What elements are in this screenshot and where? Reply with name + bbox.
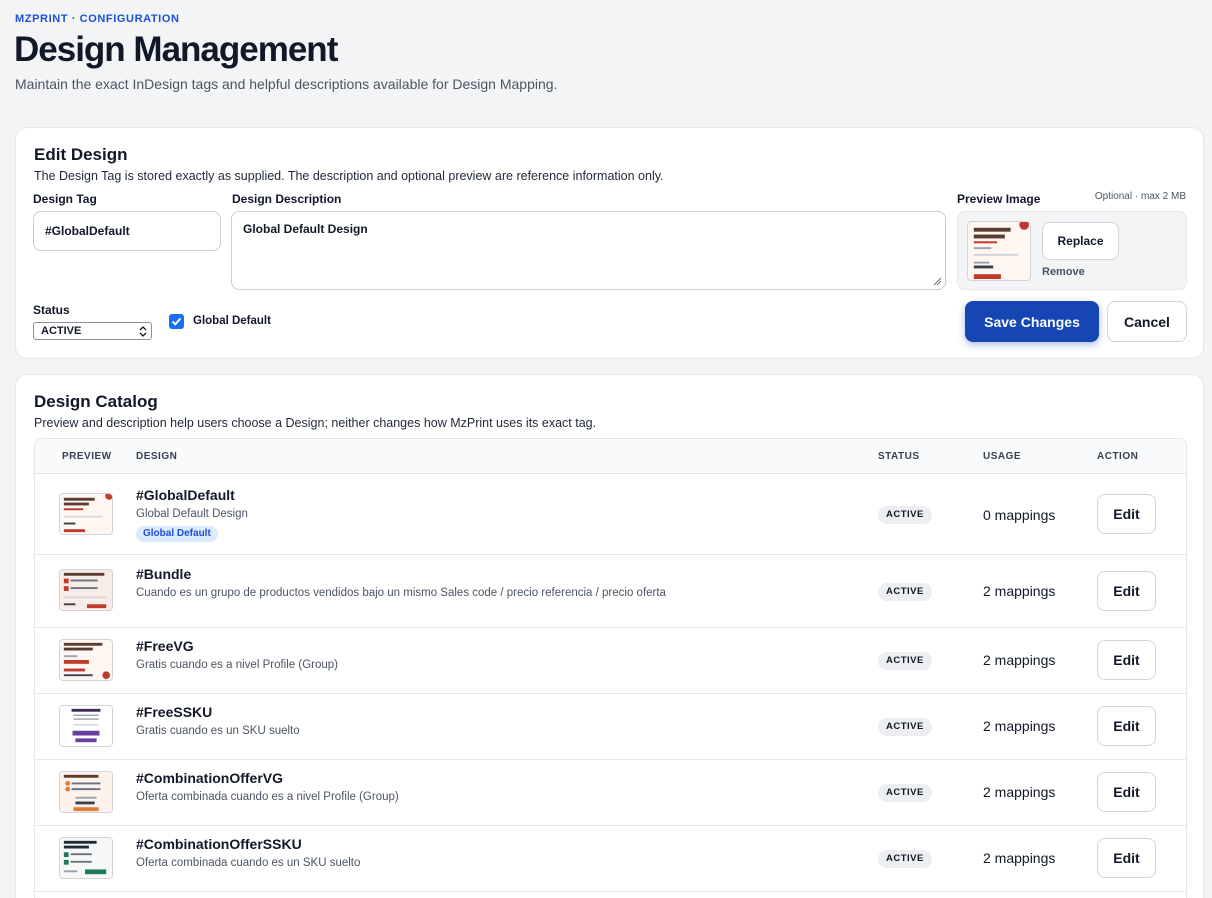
edit-design-card: Edit Design The Design Tag is stored exa…	[15, 127, 1204, 359]
design-description: Oferta combinada cuando es un SKU suelto	[136, 857, 361, 869]
design-preview-thumbnail	[59, 569, 113, 611]
global-default-badge: Global Default	[136, 526, 218, 542]
usage-count: 0 mappings	[983, 507, 1056, 523]
design-tag: #FreeSSKU	[136, 704, 213, 720]
column-header-action: ACTION	[1097, 451, 1139, 462]
global-default-checkbox[interactable]	[169, 314, 184, 329]
save-changes-button[interactable]: Save Changes	[965, 301, 1099, 342]
column-header-status: STATUS	[878, 451, 920, 462]
status-badge: ACTIVE	[878, 718, 932, 736]
edit-button[interactable]: Edit	[1097, 494, 1156, 534]
resize-handle-icon[interactable]	[932, 276, 942, 286]
design-description: Global Default Design	[136, 508, 248, 520]
design-tag: #CombinationOfferSSKU	[136, 836, 302, 852]
chevron-updown-icon	[139, 326, 147, 337]
usage-count: 2 mappings	[983, 784, 1056, 800]
page-subtitle: Maintain the exact InDesign tags and hel…	[15, 76, 558, 92]
remove-image-link[interactable]: Remove	[1042, 266, 1085, 278]
edit-button[interactable]: Edit	[1097, 571, 1156, 611]
usage-count: 2 mappings	[983, 718, 1056, 734]
preview-image-thumbnail	[967, 221, 1031, 281]
design-tag-label: Design Tag	[33, 192, 97, 206]
design-tag: #Bundle	[136, 566, 192, 582]
usage-count: 2 mappings	[983, 583, 1056, 599]
edit-button[interactable]: Edit	[1097, 706, 1156, 746]
status-badge: ACTIVE	[878, 784, 932, 802]
status-select-value: ACTIVE	[41, 325, 82, 337]
status-badge: ACTIVE	[878, 583, 932, 601]
design-tag-input[interactable]: #GlobalDefault	[33, 211, 221, 251]
design-description: Gratis cuando es a nivel Profile (Group)	[136, 659, 338, 671]
status-badge: ACTIVE	[878, 506, 932, 524]
design-catalog-description: Preview and description help users choos…	[34, 416, 597, 430]
cancel-button[interactable]: Cancel	[1107, 301, 1187, 342]
table-row: #FreeSSKU Gratis cuando es un SKU suelto…	[35, 694, 1186, 760]
preview-image-label: Preview Image	[957, 192, 1041, 206]
status-badge: ACTIVE	[878, 652, 932, 670]
preview-image-panel: Replace Remove	[957, 211, 1187, 290]
design-description: Gratis cuando es un SKU suelto	[136, 725, 300, 737]
breadcrumb: MZPRINT · CONFIGURATION	[15, 13, 180, 25]
column-header-usage: USAGE	[983, 451, 1022, 462]
global-default-label: Global Default	[193, 315, 271, 327]
table-row: #FreeVG Gratis cuando es a nivel Profile…	[35, 628, 1186, 694]
page-title: Design Management	[14, 30, 338, 69]
design-tag: #FreeVG	[136, 638, 194, 654]
design-description: Cuando es un grupo de productos vendidos…	[136, 587, 666, 599]
design-description-textarea[interactable]: Global Default Design	[231, 211, 946, 290]
table-row: #CombinationOfferVG Oferta combinada cua…	[35, 760, 1186, 826]
design-catalog-card: Design Catalog Preview and description h…	[15, 374, 1204, 898]
status-select[interactable]: ACTIVE	[33, 322, 152, 340]
design-description: Oferta combinada cuando es a nivel Profi…	[136, 791, 399, 803]
design-description-value: Global Default Design	[243, 222, 368, 236]
edit-button[interactable]: Edit	[1097, 772, 1156, 812]
column-header-preview: PREVIEW	[62, 451, 112, 462]
preview-optional-note: Optional · max 2 MB	[1094, 191, 1186, 202]
edit-button[interactable]: Edit	[1097, 838, 1156, 878]
usage-count: 2 mappings	[983, 652, 1056, 668]
design-tag: #CombinationOfferVG	[136, 770, 284, 786]
design-catalog-title: Design Catalog	[34, 392, 158, 411]
table-header: PREVIEW DESIGN STATUS USAGE ACTION	[35, 439, 1186, 474]
usage-count: 2 mappings	[983, 850, 1056, 866]
design-catalog-table: PREVIEW DESIGN STATUS USAGE ACTION #Glob…	[34, 438, 1187, 898]
design-preview-thumbnail	[59, 493, 113, 535]
status-badge: ACTIVE	[878, 850, 932, 868]
replace-image-button[interactable]: Replace	[1042, 222, 1119, 260]
design-preview-thumbnail	[59, 705, 113, 747]
table-row: #Bundle Cuando es un grupo de productos …	[35, 555, 1186, 628]
design-tag: #GlobalDefault	[136, 487, 235, 503]
table-row: #GlobalDefault Global Default Design Glo…	[35, 474, 1186, 555]
edit-design-description: The Design Tag is stored exactly as supp…	[34, 169, 664, 183]
design-description-label: Design Description	[232, 192, 342, 206]
design-preview-thumbnail	[59, 837, 113, 879]
column-header-design: DESIGN	[136, 451, 178, 462]
design-preview-thumbnail	[59, 771, 113, 813]
status-label: Status	[33, 303, 70, 317]
edit-design-title: Edit Design	[34, 145, 128, 164]
design-preview-thumbnail	[59, 639, 113, 681]
table-row: #CombinationOfferSSKU Oferta combinada c…	[35, 826, 1186, 892]
checkmark-icon	[171, 317, 182, 326]
edit-button[interactable]: Edit	[1097, 640, 1156, 680]
